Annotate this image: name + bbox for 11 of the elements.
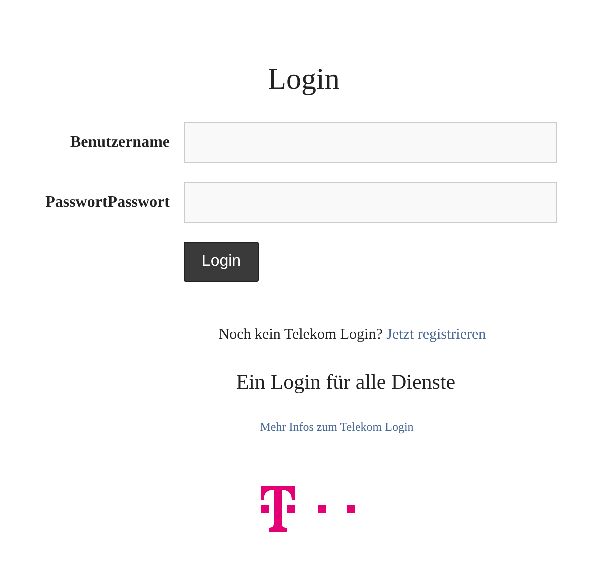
field-label: Benutzername bbox=[69, 132, 170, 152]
register-link[interactable]: Jetzt registrieren bbox=[386, 327, 486, 343]
info-link[interactable]: Mehr Infos zum Telekom Login bbox=[260, 418, 414, 436]
login-button[interactable]: Login bbox=[184, 242, 259, 282]
page-title: Login bbox=[268, 62, 340, 98]
tagline: Ein Login für alle Dienste bbox=[236, 368, 456, 396]
field-label: PasswortPasswort bbox=[44, 192, 170, 212]
input-field[interactable] bbox=[184, 122, 557, 163]
input-field[interactable] bbox=[184, 182, 557, 223]
register-prompt: Noch kein Telekom Login? Jetzt registrieren bbox=[218, 326, 486, 345]
logo-icon bbox=[261, 486, 357, 532]
